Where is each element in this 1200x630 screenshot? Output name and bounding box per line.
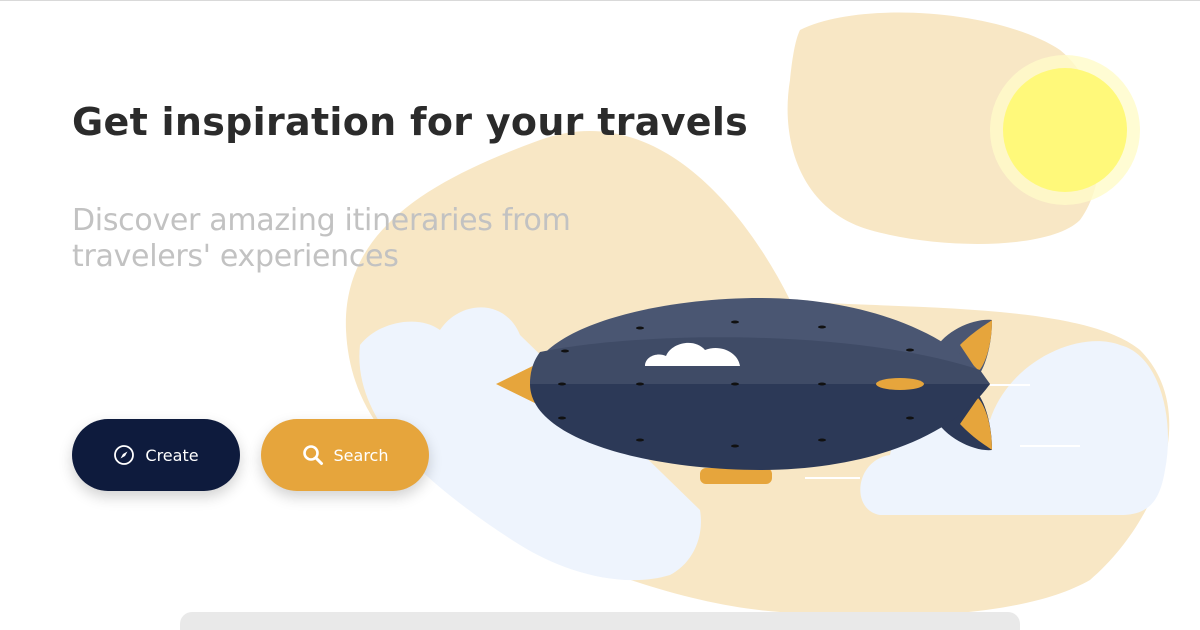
create-button-label: Create bbox=[145, 445, 199, 465]
page-title: Get inspiration for your travels bbox=[72, 100, 749, 144]
sun bbox=[1003, 68, 1127, 192]
airship-gondola bbox=[700, 468, 772, 484]
hero-illustration bbox=[345, 12, 1170, 617]
page-subtitle: Discover amazing itineraries from travel… bbox=[72, 203, 571, 274]
hero-page: Get inspiration for your travels Discove… bbox=[0, 0, 1200, 630]
compass-icon bbox=[113, 444, 135, 466]
search-button-label: Search bbox=[333, 445, 389, 465]
bottom-card-edge bbox=[180, 612, 1020, 630]
search-icon bbox=[302, 444, 324, 466]
airship-side-fin bbox=[876, 378, 924, 390]
search-button[interactable]: Search bbox=[261, 419, 429, 491]
create-button[interactable]: Create bbox=[72, 419, 240, 491]
